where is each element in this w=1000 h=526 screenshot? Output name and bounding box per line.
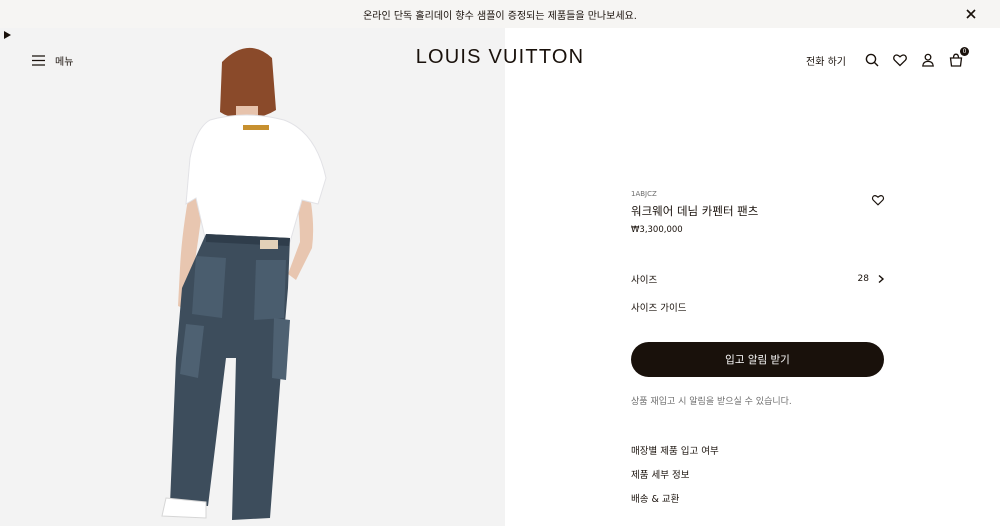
account-icon[interactable] xyxy=(920,52,936,68)
search-icon[interactable] xyxy=(864,52,880,68)
size-selector[interactable]: 사이즈 28 xyxy=(631,272,885,286)
shirt-patch xyxy=(243,125,269,130)
model-figure xyxy=(0,28,505,526)
close-icon[interactable] xyxy=(964,7,978,21)
promo-banner-text[interactable]: 온라인 단독 홀리데이 향수 샘플이 증정되는 제품들을 만나보세요. xyxy=(363,7,637,22)
cart-count-badge: 0 xyxy=(960,47,969,56)
call-button[interactable]: 전화 하기 xyxy=(806,53,846,68)
product-info: 1ABJCZ 워크웨어 데님 카펜터 팬츠 ₩3,300,000 xyxy=(631,190,885,235)
product-links: 매장별 제품 입고 여부 제품 세부 정보 배송 & 교환 xyxy=(631,443,719,515)
restock-notify-note: 상품 재입고 시 알림을 받으실 수 있습니다. xyxy=(631,397,792,407)
chevron-right-icon xyxy=(878,274,885,284)
promo-banner: 온라인 단독 홀리데이 향수 샘플이 증정되는 제품들을 만나보세요. xyxy=(0,0,1000,28)
size-label: 사이즈 xyxy=(631,275,658,286)
size-guide-link[interactable]: 사이즈 가이드 xyxy=(631,300,686,314)
store-availability-link[interactable]: 매장별 제품 입고 여부 xyxy=(631,443,719,467)
cart-button[interactable]: 0 xyxy=(948,47,969,68)
header-actions: 전화 하기 0 xyxy=(806,47,969,68)
shipping-returns-link[interactable]: 배송 & 교환 xyxy=(631,491,719,515)
size-value-group: 28 xyxy=(858,274,885,284)
size-value: 28 xyxy=(857,274,869,284)
add-to-wishlist-icon[interactable] xyxy=(871,193,885,207)
restock-notify-button[interactable]: 입고 알림 받기 xyxy=(631,342,884,377)
product-image xyxy=(0,28,505,526)
site-header: 메뉴 LOUIS VUITTON 전화 하기 0 xyxy=(0,28,1000,90)
product-name: 워크웨어 데님 카펜터 팬츠 xyxy=(631,204,759,218)
product-price: ₩3,300,000 xyxy=(631,225,683,235)
product-sku: 1ABJCZ xyxy=(631,190,657,198)
product-details-link[interactable]: 제품 세부 정보 xyxy=(631,467,719,491)
heart-icon[interactable] xyxy=(892,52,908,68)
